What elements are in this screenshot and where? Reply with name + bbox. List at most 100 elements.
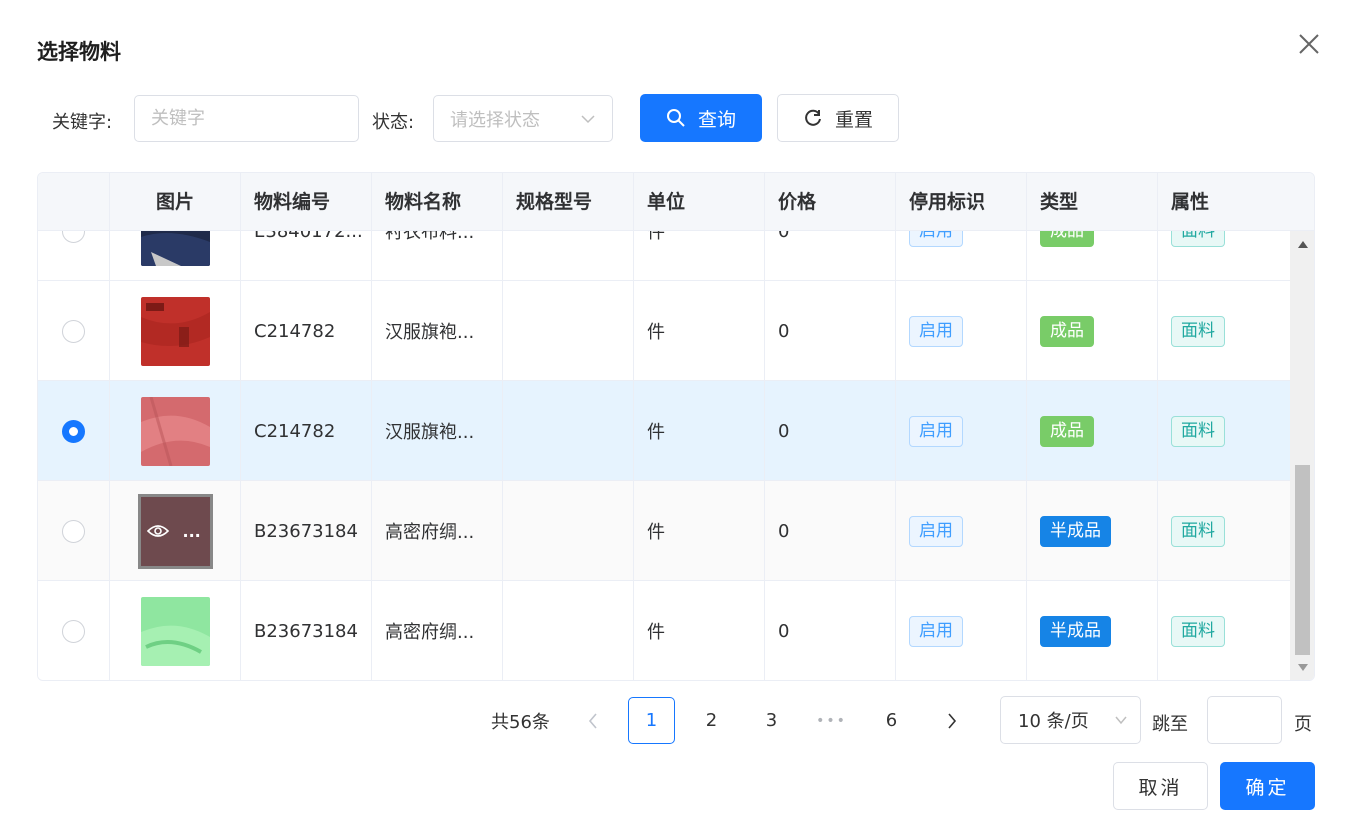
status-badge: 启用	[909, 615, 963, 647]
row-unit: 件	[634, 281, 765, 381]
page-ellipsis[interactable]: •••	[808, 697, 855, 744]
type-badge: 成品	[1040, 415, 1094, 447]
row-price: 0	[765, 481, 896, 581]
reset-label: 重置	[834, 108, 873, 131]
search-icon	[666, 109, 685, 127]
row-spec	[503, 581, 634, 680]
table-scrollbar[interactable]	[1290, 231, 1314, 680]
row-radio[interactable]	[62, 419, 85, 443]
header-name: 物料名称	[372, 173, 503, 231]
search-button[interactable]: 查询	[640, 94, 762, 142]
material-thumbnail[interactable]	[140, 596, 210, 666]
jump-label: 跳至	[1152, 714, 1188, 735]
row-spec	[503, 381, 634, 481]
jump-suffix: 页	[1294, 714, 1312, 735]
row-price: 0	[765, 381, 896, 481]
header-status: 停用标识	[896, 173, 1027, 231]
row-unit: 件	[634, 381, 765, 481]
close-icon[interactable]	[1296, 31, 1322, 57]
page-1[interactable]: 1	[628, 697, 675, 744]
header-spec: 规格型号	[503, 173, 634, 231]
table-row[interactable]: B23673184 高密府绸... 件 0 启用 半成品 面料	[38, 581, 1290, 680]
material-thumbnail[interactable]	[140, 231, 210, 266]
jump-input[interactable]	[1208, 697, 1281, 743]
row-name: 衬衣布料...	[372, 231, 503, 281]
status-select[interactable]: 请选择状态	[433, 95, 613, 142]
row-price: 0	[765, 281, 896, 381]
keyword-input[interactable]	[151, 108, 358, 129]
table-row[interactable]: E3840172... 衬衣布料... 件 0 启用 成品 面料	[38, 231, 1290, 281]
table-row[interactable]: ... B23673184 高密府绸... 件 0 启用 半成品 面料	[38, 481, 1290, 581]
table-body: E3840172... 衬衣布料... 件 0 启用 成品 面料	[38, 231, 1290, 680]
scroll-up-arrow-icon[interactable]	[1298, 241, 1308, 248]
next-page-button[interactable]	[928, 697, 975, 744]
row-price: 0	[765, 581, 896, 680]
select-material-dialog: 选择物料 关键字: 状态: 请选择状态 查询 重置 图片 物料编号 物料名称	[0, 0, 1351, 839]
eye-icon[interactable]	[146, 523, 169, 539]
row-radio[interactable]	[62, 231, 85, 243]
header-price: 价格	[765, 173, 896, 231]
type-badge: 半成品	[1040, 615, 1111, 647]
header-unit: 单位	[634, 173, 765, 231]
status-placeholder: 请选择状态	[450, 109, 540, 131]
material-thumbnail[interactable]: ...	[137, 493, 213, 569]
status-label: 状态:	[372, 112, 415, 133]
status-badge: 启用	[909, 315, 963, 347]
table-row[interactable]: C214782 汉服旗袍... 件 0 启用 成品 面料	[38, 381, 1290, 481]
table-row[interactable]: C214782 汉服旗袍... 件 0 启用 成品 面料	[38, 281, 1290, 381]
attr-badge: 面料	[1171, 615, 1225, 647]
keyword-input-wrapper	[134, 95, 359, 142]
refresh-icon	[805, 109, 821, 126]
attr-badge: 面料	[1171, 415, 1225, 447]
row-unit: 件	[634, 231, 765, 281]
reset-button[interactable]: 重置	[777, 94, 899, 142]
search-label: 查询	[697, 108, 736, 131]
status-badge: 启用	[909, 415, 963, 447]
prev-page-button[interactable]	[569, 697, 616, 744]
jump-input-wrapper	[1207, 696, 1282, 744]
cancel-button[interactable]: 取消	[1113, 762, 1208, 810]
row-spec	[503, 281, 634, 381]
row-unit: 件	[634, 581, 765, 680]
row-price: 0	[765, 231, 896, 281]
materials-table: 图片 物料编号 物料名称 规格型号 单位 价格 停用标识 类型 属性 E3840…	[37, 172, 1315, 681]
confirm-button[interactable]: 确定	[1220, 762, 1315, 810]
keyword-label: 关键字:	[52, 112, 113, 133]
page-size-select[interactable]: 10 条/页	[1000, 696, 1141, 744]
page-2[interactable]: 2	[688, 697, 735, 744]
row-radio[interactable]	[62, 319, 85, 343]
header-image: 图片	[110, 173, 241, 231]
type-badge: 半成品	[1040, 515, 1111, 547]
material-thumbnail[interactable]	[140, 396, 210, 466]
attr-badge: 面料	[1171, 515, 1225, 547]
page-3[interactable]: 3	[748, 697, 795, 744]
header-type: 类型	[1027, 173, 1158, 231]
chevron-down-icon	[1115, 716, 1127, 725]
header-select	[38, 173, 110, 231]
total-count: 共56条	[491, 712, 550, 733]
status-badge: 启用	[909, 231, 963, 247]
type-badge: 成品	[1040, 231, 1094, 247]
table-header: 图片 物料编号 物料名称 规格型号 单位 价格 停用标识 类型 属性	[38, 173, 1314, 231]
row-unit: 件	[634, 481, 765, 581]
scrollbar-thumb[interactable]	[1295, 465, 1310, 655]
page-size-value: 10 条/页	[1018, 711, 1089, 732]
row-code: C214782	[241, 381, 372, 481]
row-spec	[503, 231, 634, 281]
row-name: 汉服旗袍...	[372, 381, 503, 481]
attr-badge: 面料	[1171, 231, 1225, 247]
row-name: 高密府绸...	[372, 581, 503, 680]
material-thumbnail[interactable]	[140, 296, 210, 366]
page-6[interactable]: 6	[868, 697, 915, 744]
preview-more[interactable]: ...	[183, 522, 201, 541]
row-radio[interactable]	[62, 519, 85, 543]
attr-badge: 面料	[1171, 315, 1225, 347]
row-radio[interactable]	[62, 619, 85, 643]
chevron-right-icon	[947, 712, 956, 729]
row-spec	[503, 481, 634, 581]
row-code: B23673184	[241, 481, 372, 581]
row-code: C214782	[241, 281, 372, 381]
row-code: E3840172...	[241, 231, 372, 281]
scroll-down-arrow-icon[interactable]	[1298, 664, 1308, 671]
row-name: 高密府绸...	[372, 481, 503, 581]
